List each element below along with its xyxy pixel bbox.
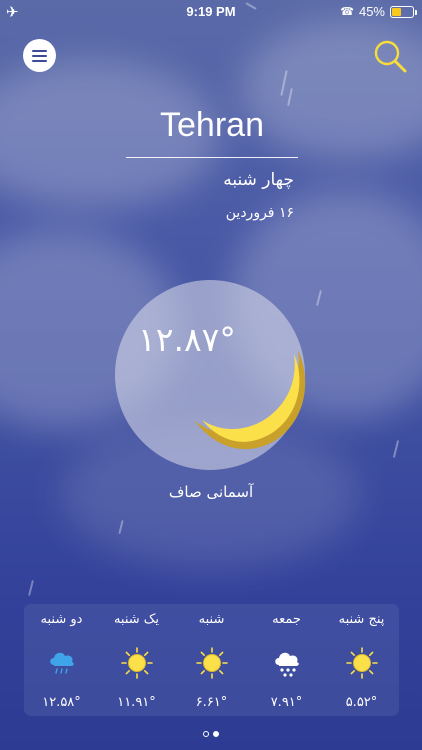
forecast-day-2[interactable]: جمعه ۷.۹۱° [249, 604, 324, 716]
status-right: ☎ 45% [340, 4, 417, 19]
weekday-label: چهار شنبه [223, 170, 294, 190]
forecast-day-label: دو شنبه [40, 612, 83, 627]
city-divider [126, 157, 298, 158]
forecast-day-label: یک شنبه [113, 612, 160, 627]
sun-icon [121, 647, 153, 679]
forecast-day-label: شنبه [198, 612, 225, 627]
crescent-moon-icon [194, 350, 306, 450]
forecast-day-5[interactable]: دو شنبه ۱۲.۵۸° [24, 604, 99, 716]
forecast-temp: ۶.۶۱° [195, 695, 228, 710]
battery-fill [392, 7, 401, 16]
forecast-day-1[interactable]: پنج شنبه ۵.۵۲° [324, 604, 399, 716]
current-condition: آسمانی صاف [168, 483, 254, 501]
forecast-day-4[interactable]: یک شنبه ۱۱.۹۱° [99, 604, 174, 716]
rain-cloud-icon [50, 652, 74, 674]
city-name: Tehran [160, 106, 264, 144]
forecast-temp: ۱۱.۹۱° [117, 695, 156, 710]
forecast-day-3[interactable]: شنبه ۶.۶۱° [174, 604, 249, 716]
page-dot[interactable] [203, 731, 209, 737]
snow-cloud-icon [275, 652, 299, 677]
forecast-panel: پنج شنبه ۵.۵۲° جمعه ۷.۹۱° شنبه ۶.۶۱° یک … [24, 604, 399, 716]
battery-percent: 45% [358, 4, 385, 19]
menu-button[interactable] [23, 39, 56, 72]
forecast-temp: ۱۲.۵۸° [42, 695, 81, 710]
forecast-temp: ۷.۹۱° [270, 695, 303, 710]
sun-icon [346, 647, 378, 679]
search-icon[interactable] [372, 38, 408, 74]
hamburger-menu-icon [32, 49, 47, 52]
page-indicator [0, 731, 422, 737]
page-dot-active[interactable] [213, 731, 219, 737]
rotation-lock-icon: ☎ [340, 6, 354, 18]
date-label: ۱۶ فروردین [225, 205, 294, 221]
forecast-day-label: پنج شنبه [338, 612, 385, 627]
battery-icon [390, 5, 417, 18]
forecast-temp: ۵.۵۲° [345, 695, 378, 710]
status-bar: ✈ 9:19 PM ☎ 45% [0, 0, 422, 24]
sun-icon [196, 647, 228, 679]
forecast-day-label: جمعه [272, 612, 301, 627]
